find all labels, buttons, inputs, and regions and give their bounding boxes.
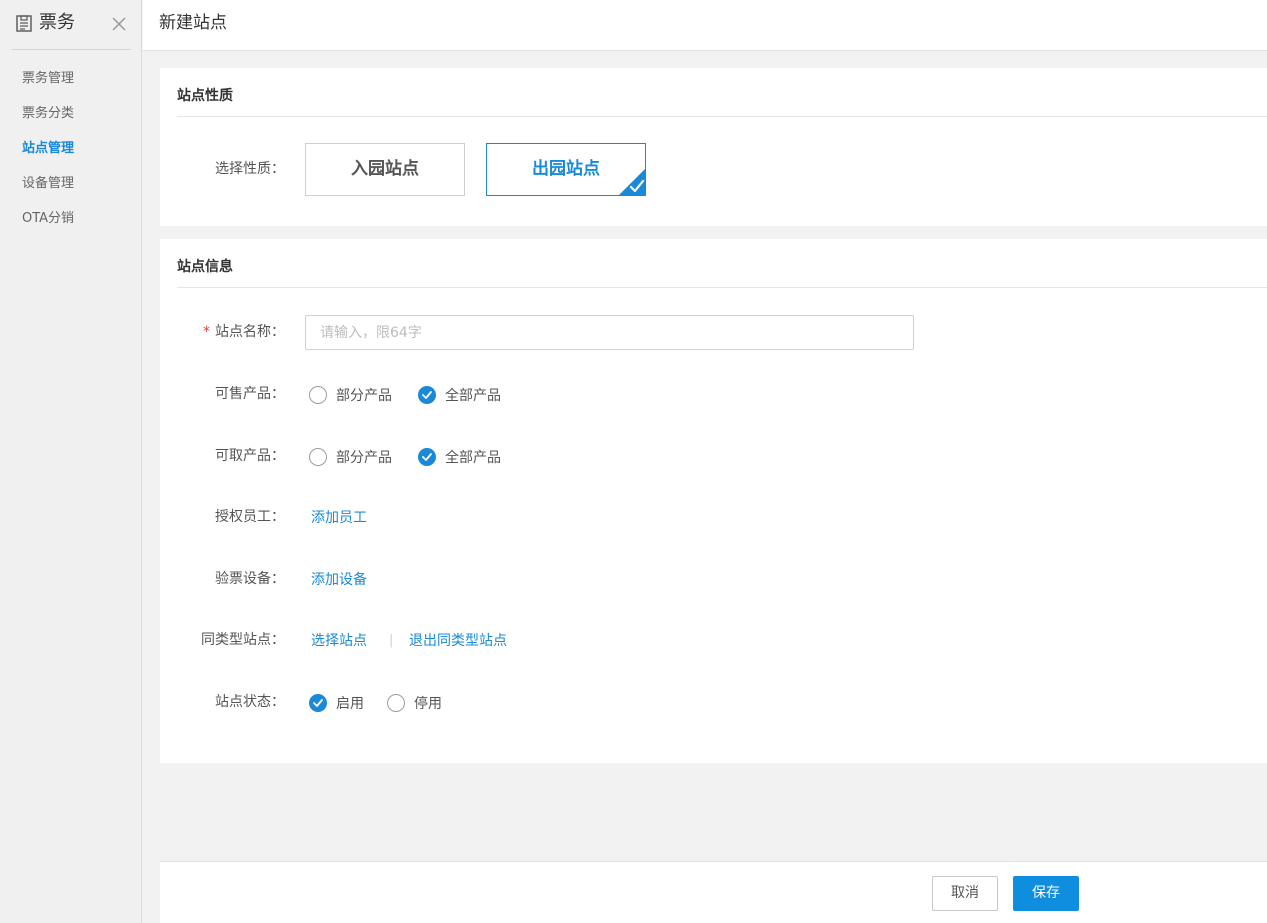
- status-disabled-radio[interactable]: 停用: [387, 693, 442, 713]
- station-name-input[interactable]: [305, 315, 914, 350]
- authorized-staff-label: 授权员工：: [215, 509, 285, 525]
- sidebar-title: 票务: [39, 12, 75, 33]
- pickup-products-label: 可取产品：: [215, 448, 285, 464]
- sidebar-item-device-management[interactable]: 设备管理: [22, 172, 74, 207]
- radio-checked-icon: [418, 386, 436, 404]
- select-station-link[interactable]: 选择站点: [311, 631, 367, 651]
- close-icon[interactable]: [112, 17, 126, 31]
- station-name-label: * 站点名称：: [203, 324, 285, 340]
- page-title: 新建站点: [159, 13, 227, 33]
- main-content: 新建站点 站点性质 选择性质： 入园站点 出园站点 站点信息 *站点名称： 可售…: [143, 0, 1267, 923]
- form-footer: 取消 保存: [160, 861, 1267, 923]
- type-option-exit[interactable]: 出园站点: [486, 143, 646, 196]
- same-type-station-label: 同类型站点：: [201, 632, 285, 648]
- sidebar-item-station-management[interactable]: 站点管理: [22, 137, 74, 172]
- type-option-entry[interactable]: 入园站点: [305, 143, 465, 196]
- sellable-products-label: 可售产品：: [215, 386, 285, 402]
- pickup-all-radio[interactable]: 全部产品: [418, 447, 501, 467]
- check-device-label: 验票设备：: [215, 571, 285, 587]
- radio-off-icon: [387, 694, 405, 712]
- sidebar-item-ota-distribution[interactable]: OTA分销: [22, 207, 74, 242]
- link-separator: |: [389, 633, 394, 648]
- type-label: 选择性质：: [215, 161, 285, 177]
- type-option-label: 出园站点: [532, 159, 600, 179]
- radio-checked-icon: [418, 448, 436, 466]
- ticket-module-icon: [16, 15, 32, 32]
- station-type-section: 站点性质 选择性质： 入园站点 出园站点: [160, 68, 1267, 226]
- radio-off-icon: [309, 448, 327, 466]
- sidebar-item-ticket-management[interactable]: 票务管理: [22, 67, 74, 102]
- type-option-label: 入园站点: [351, 159, 419, 179]
- station-status-label: 站点状态：: [215, 694, 285, 710]
- save-button[interactable]: 保存: [1013, 876, 1079, 911]
- cancel-button[interactable]: 取消: [932, 876, 998, 911]
- section-title: 站点性质: [177, 88, 233, 104]
- sellable-all-radio[interactable]: 全部产品: [418, 385, 501, 405]
- add-staff-link[interactable]: 添加员工: [311, 508, 367, 528]
- pickup-partial-radio[interactable]: 部分产品: [309, 447, 392, 467]
- section-divider: [177, 116, 1267, 117]
- sellable-partial-radio[interactable]: 部分产品: [309, 385, 392, 405]
- section-divider: [177, 287, 1267, 288]
- sidebar-item-ticket-category[interactable]: 票务分类: [22, 102, 74, 137]
- section-title: 站点信息: [177, 259, 233, 275]
- station-info-section: 站点信息 *站点名称： 可售产品： 部分产品 全部产品 可取产品： 部分产品 全…: [160, 239, 1267, 763]
- page-header: 新建站点: [143, 0, 1267, 51]
- sidebar: 票务 票务管理 票务分类 站点管理 设备管理 OTA分销: [0, 0, 142, 923]
- required-mark: *: [203, 324, 210, 340]
- sidebar-header: 票务: [12, 0, 131, 50]
- sidebar-nav: 票务管理 票务分类 站点管理 设备管理 OTA分销: [22, 67, 74, 242]
- radio-off-icon: [309, 386, 327, 404]
- exit-same-type-link[interactable]: 退出同类型站点: [409, 631, 507, 651]
- selected-check-icon: [619, 169, 645, 195]
- radio-checked-icon: [309, 694, 327, 712]
- status-enabled-radio[interactable]: 启用: [309, 693, 364, 713]
- add-device-link[interactable]: 添加设备: [311, 570, 367, 590]
